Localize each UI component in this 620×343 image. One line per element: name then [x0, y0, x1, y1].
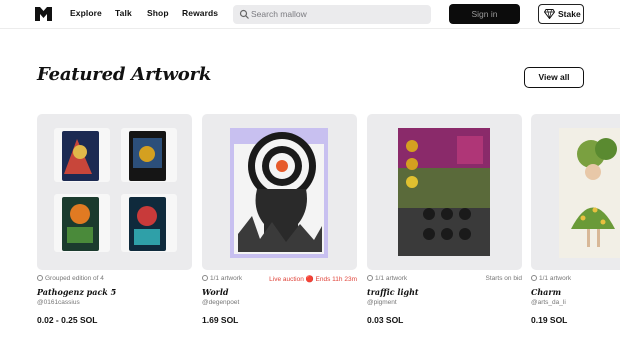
nav-shop[interactable]: Shop	[147, 8, 169, 18]
stake-button[interactable]: Stake	[538, 4, 584, 24]
artwork-image[interactable]	[531, 114, 620, 270]
artwork-title[interactable]: traffic light	[367, 287, 419, 297]
traffic-light-artwork	[398, 128, 490, 256]
artist-handle[interactable]: @0161cassius	[37, 299, 80, 306]
edition-type-label: 1/1 artwork	[539, 275, 572, 282]
edition-type-label: Grouped edition of 4	[45, 275, 104, 282]
artist-handle[interactable]: @pigment	[367, 299, 397, 306]
search-input[interactable]: Search mallow	[233, 5, 431, 24]
edition-icon	[37, 275, 43, 281]
edition-type: 1/1 artwork	[367, 275, 407, 282]
sign-in-button[interactable]: Sign in	[449, 4, 520, 24]
top-nav: Explore Talk Shop Rewards Search mallow …	[0, 0, 620, 29]
artwork-card[interactable]: Grouped edition of 4 Pathogenz pack 5 @0…	[37, 114, 192, 343]
artwork-price: 0.03 SOL	[367, 315, 404, 325]
edition-type: Grouped edition of 4	[37, 275, 104, 282]
edition-icon	[531, 275, 537, 281]
artwork-title[interactable]: World	[202, 287, 229, 297]
edition-type: 1/1 artwork	[531, 275, 571, 282]
auction-status: Starts on bid	[485, 275, 523, 282]
artwork-image[interactable]	[202, 114, 357, 270]
nav-explore[interactable]: Explore	[70, 8, 102, 18]
search-icon	[239, 9, 249, 19]
artwork-image[interactable]	[37, 114, 192, 270]
world-artwork	[230, 128, 328, 258]
section-title: Featured Artwork	[37, 64, 212, 85]
nav-rewards[interactable]: Rewards	[182, 8, 218, 18]
artist-handle[interactable]: @arts_da_li	[531, 299, 566, 306]
card-pack-artwork	[54, 128, 177, 252]
artwork-price: 0.19 SOL	[531, 315, 568, 325]
diamond-icon	[544, 9, 555, 19]
nav-talk[interactable]: Talk	[115, 8, 132, 18]
artwork-card[interactable]: 1/1 artwork Starts on bid traffic light …	[367, 114, 522, 343]
artwork-card[interactable]: 1/1 artwork Charm @arts_da_li 0.19 SOL	[531, 114, 620, 343]
search-placeholder: Search mallow	[251, 9, 307, 19]
mallow-logo-icon[interactable]	[35, 7, 52, 21]
charm-artwork	[559, 128, 620, 258]
edition-type: 1/1 artwork	[202, 275, 242, 282]
artwork-price: 1.69 SOL	[202, 315, 239, 325]
artwork-card[interactable]: 1/1 artwork Live auction 🔴 Ends 11h 23m …	[202, 114, 357, 343]
view-all-button[interactable]: View all	[524, 67, 584, 88]
artwork-title[interactable]: Charm	[531, 287, 561, 297]
live-auction-status: Live auction 🔴 Ends 11h 23m	[269, 276, 357, 283]
edition-type-label: 1/1 artwork	[210, 275, 243, 282]
artwork-image[interactable]	[367, 114, 522, 270]
edition-icon	[202, 275, 208, 281]
artwork-price: 0.02 - 0.25 SOL	[37, 315, 98, 325]
artwork-title[interactable]: Pathogenz pack 5	[37, 287, 116, 297]
stake-label: Stake	[558, 9, 581, 19]
edition-icon	[367, 275, 373, 281]
artist-handle[interactable]: @degenpoet	[202, 299, 239, 306]
edition-type-label: 1/1 artwork	[375, 275, 408, 282]
